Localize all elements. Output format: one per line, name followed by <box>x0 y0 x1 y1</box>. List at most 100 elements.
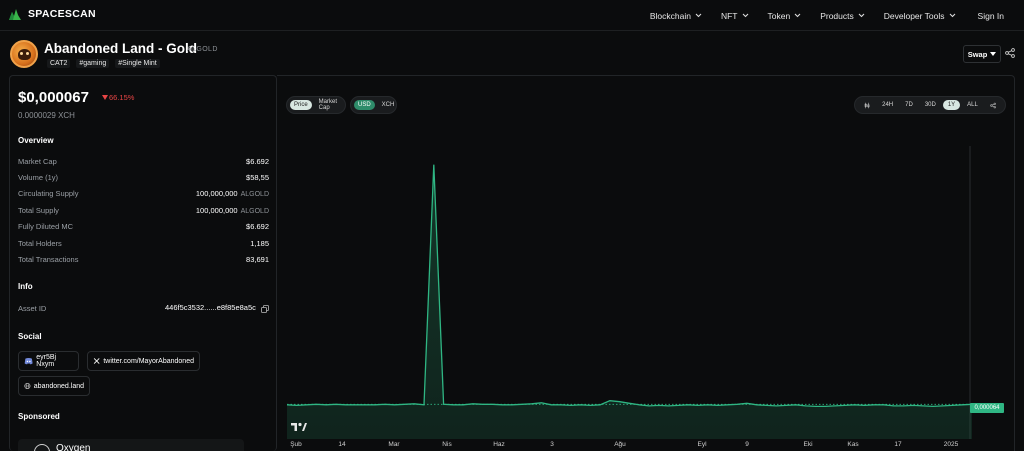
range-7d[interactable]: 7D <box>900 100 918 110</box>
range-30d[interactable]: 30D <box>920 100 941 110</box>
overview-row-label: Market Cap <box>18 156 57 166</box>
token-avatar <box>10 40 38 68</box>
metric-toggle: Price Market Cap <box>286 96 346 114</box>
sign-in-link[interactable]: Sign In <box>978 11 1004 21</box>
x-tick-label: Ağu <box>614 441 626 448</box>
sponsored-card[interactable]: Oxygen <box>18 439 244 451</box>
chevron-down-icon <box>742 13 748 18</box>
price-chart[interactable] <box>277 136 1015 441</box>
overview-row-value-text: 100,000,000 <box>195 205 238 215</box>
overview-row-value: 83,691 <box>246 255 269 264</box>
overview-row-unit: ALGOLD <box>240 207 269 215</box>
currency-xch-pill[interactable]: XCH <box>378 100 399 110</box>
token-details-panel: $0,000067 66.15% 0.0000029 XCH Overview … <box>9 75 277 451</box>
overview-row-value: 1,185 <box>250 239 269 248</box>
token-symbol: ALGOLD <box>187 46 218 53</box>
range-1y[interactable]: 1Y <box>942 100 961 110</box>
price-xch-unit: XCH <box>58 111 75 120</box>
nav-developer-tools-label: Developer Tools <box>883 10 945 21</box>
discord-link[interactable]: eyr5Bj Nxym <box>18 351 79 371</box>
overview-row-label: Total Supply <box>18 205 59 215</box>
brand-logo[interactable]: SPACESCAN <box>8 7 96 21</box>
x-tick-label: Eyl <box>697 441 707 448</box>
x-tick-label: Mar <box>388 441 400 448</box>
token-tags: CAT2 #gaming #Single Mint <box>47 59 160 68</box>
overview-row: Fully Diluted MC $6.692 <box>18 221 269 233</box>
x-tick-label: Nis <box>442 441 452 448</box>
overview-row: Circulating Supply 100,000,000 ALGOLD <box>18 188 269 200</box>
x-tick-label: 9 <box>745 441 749 448</box>
x-tick-label: Eki <box>803 441 813 448</box>
overview-row: Total Holders 1,185 <box>18 237 269 249</box>
overview-row: Total Transactions 83,691 <box>18 253 269 265</box>
overview-row: Total Supply 100,000,000 ALGOLD <box>18 204 269 216</box>
overview-row-label: Volume (1y) <box>18 172 59 182</box>
arrow-down-icon <box>102 95 108 100</box>
overview-row-value-text: 1,185 <box>250 238 269 248</box>
overview-row-value-text: $58,55 <box>246 172 269 182</box>
sponsored-title: Sponsored <box>18 412 60 421</box>
swap-button-label: Swap <box>967 49 988 59</box>
token-header: Abandoned Land - Gold ALGOLD CAT2 #gamin… <box>0 31 1024 75</box>
twitter-link[interactable]: twitter.com/MayorAbandoned <box>87 351 200 371</box>
tag-gaming[interactable]: #gaming <box>76 59 110 68</box>
overview-row-value: 100,000,000 ALGOLD <box>196 206 269 215</box>
nav-products-label: Products <box>820 10 854 21</box>
token-name: Abandoned Land - Gold <box>44 41 197 56</box>
overview-row-value-text: $6.692 <box>246 222 269 232</box>
asset-id-row: Asset ID 446f5c3532......e8f85e8a5c <box>18 302 269 314</box>
asset-id-text: 446f5c3532......e8f85e8a5c <box>164 303 256 313</box>
tag-cat2[interactable]: CAT2 <box>47 59 71 68</box>
asset-id-value[interactable]: 446f5c3532......e8f85e8a5c <box>165 303 269 312</box>
x-tick-label: 2025 <box>943 441 959 448</box>
range-all[interactable]: ALL <box>962 100 983 110</box>
discord-icon <box>24 357 33 365</box>
website-link[interactable]: abandoned.land <box>18 376 90 396</box>
overview-row-value-text: 100,000,000 <box>195 189 238 199</box>
tag-single-mint[interactable]: #Single Mint <box>115 59 160 68</box>
overview-row-value: $6.692 <box>246 157 269 166</box>
overview-row-label: Total Transactions <box>18 254 79 264</box>
overview-row-label: Fully Diluted MC <box>18 222 74 232</box>
nav-developer-tools[interactable]: Developer Tools <box>884 11 956 21</box>
oxygen-logo-icon <box>34 444 50 451</box>
metric-price-pill[interactable]: Price <box>290 100 312 110</box>
price-area <box>287 164 972 439</box>
nav-blockchain[interactable]: Blockchain <box>650 11 702 21</box>
chevron-down-icon <box>695 13 702 18</box>
overview-row: Market Cap $6.692 <box>18 155 269 167</box>
price-xch-value: 0.0000029 <box>18 111 56 120</box>
copy-icon[interactable] <box>261 304 269 313</box>
currency-toggle: USD XCH <box>350 96 397 114</box>
x-tick-label: Şub <box>290 441 302 448</box>
price-usd: $0,000067 <box>18 89 89 106</box>
nav-token[interactable]: Token <box>768 11 802 21</box>
range-24h[interactable]: 24H <box>877 100 898 110</box>
share-icon[interactable] <box>990 101 996 110</box>
main-nav: Blockchain NFT Token Products Developer … <box>631 0 1004 31</box>
overview-row-value-text: $6.692 <box>246 156 269 166</box>
currency-usd-pill[interactable]: USD <box>354 100 375 110</box>
nav-products[interactable]: Products <box>820 11 865 21</box>
candlestick-icon[interactable] <box>864 101 870 110</box>
asset-id-label: Asset ID <box>18 303 47 313</box>
top-bar: SPACESCAN Blockchain NFT Token Products … <box>0 0 1024 31</box>
price-change-value: 66.15% <box>109 93 135 102</box>
nav-nft[interactable]: NFT <box>721 11 749 21</box>
x-tick-label: 17 <box>894 441 902 448</box>
chevron-down-icon <box>794 13 801 18</box>
overview-row: Volume (1y) $58,55 <box>18 171 269 183</box>
share-icon[interactable] <box>1005 48 1015 58</box>
tradingview-logo-icon[interactable] <box>291 422 307 432</box>
overview-row-label: Total Holders <box>18 238 62 248</box>
price-change: 66.15% <box>102 93 134 102</box>
overview-row-value: $6.692 <box>246 222 269 231</box>
last-price-label: 0,000064 <box>970 403 1004 413</box>
price-line <box>286 164 973 408</box>
overview-title: Overview <box>18 136 54 145</box>
metric-market-cap-pill[interactable]: Market Cap <box>315 97 342 113</box>
nav-token-label: Token <box>767 10 791 21</box>
range-toggle: 24H 7D 30D 1Y ALL <box>854 96 1006 114</box>
info-title: Info <box>18 282 33 291</box>
swap-button[interactable]: Swap <box>963 45 1001 63</box>
